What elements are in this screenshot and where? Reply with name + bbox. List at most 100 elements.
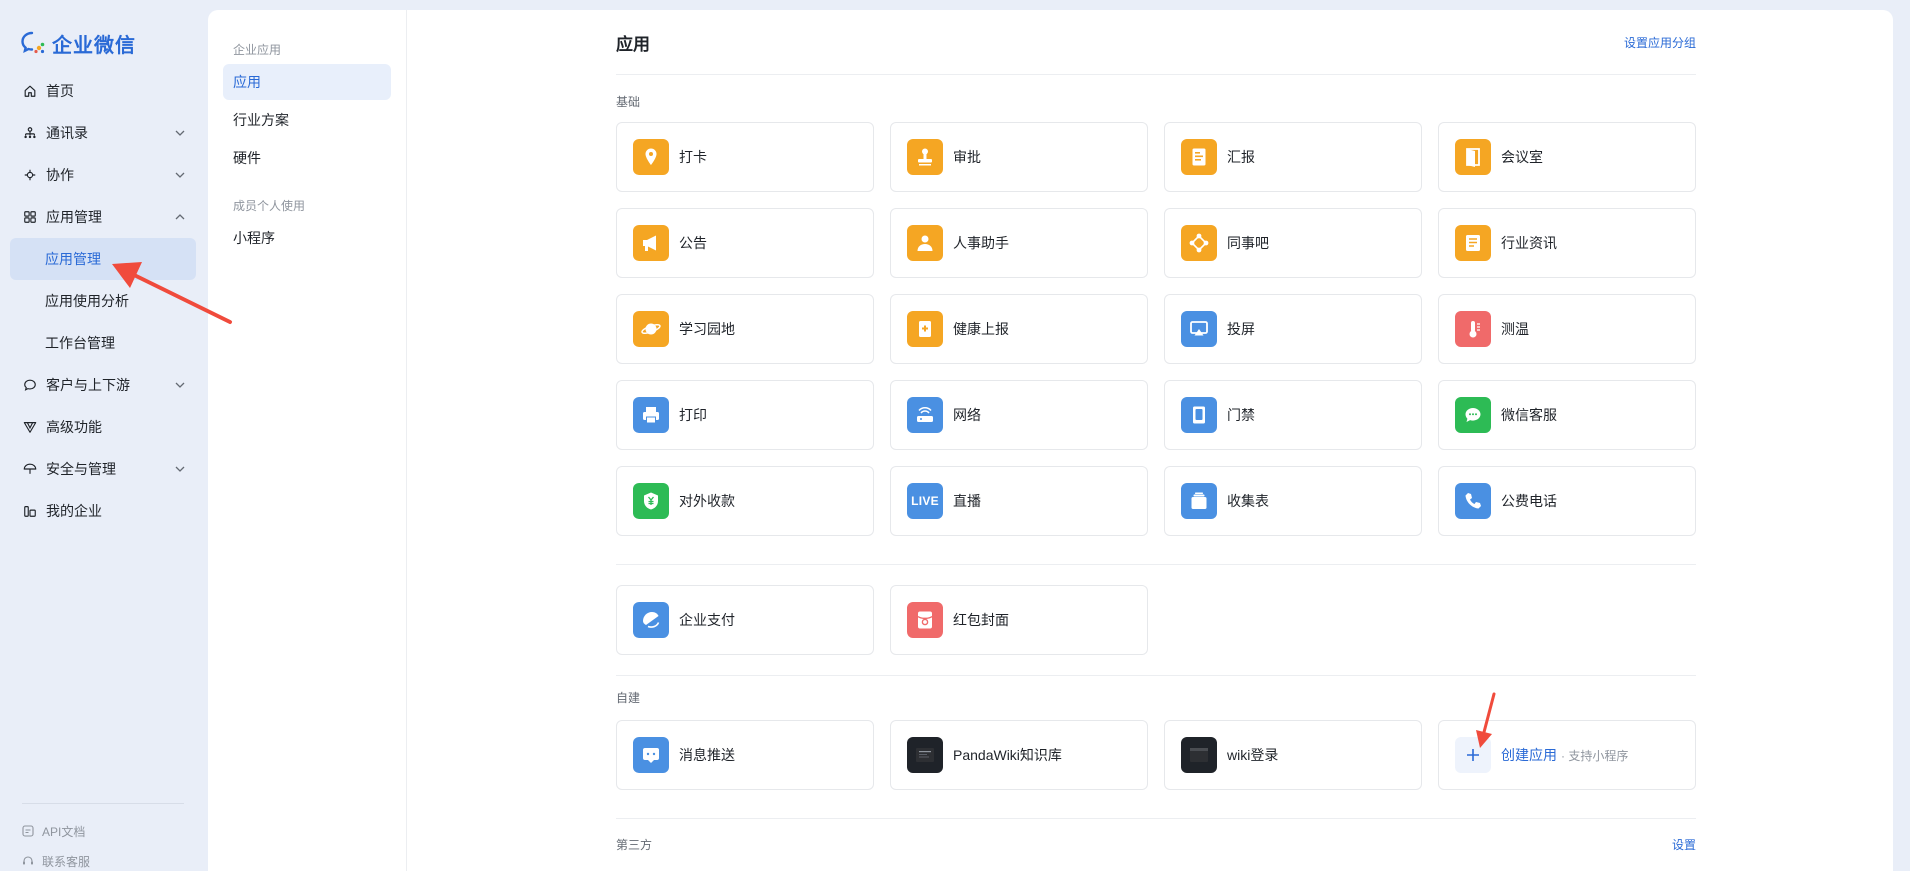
section-label-third-party: 第三方: [616, 838, 653, 852]
location-pin-icon: [633, 139, 669, 175]
app-card-megaphone[interactable]: 公告: [616, 208, 874, 278]
chevron-down-icon: [175, 466, 185, 472]
pay-apps-grid: 企业支付 红包封面: [616, 585, 1696, 655]
app-card-yuan-shield[interactable]: 对外收款: [616, 466, 874, 536]
sidebar-item-collab[interactable]: 协作: [10, 154, 196, 196]
sidebar-item-label: 首页: [46, 83, 74, 99]
app-card-thermometer[interactable]: 测温: [1438, 294, 1696, 364]
sidebar-subitem-app-management[interactable]: 应用管理: [10, 238, 196, 280]
app-name: 行业资讯: [1501, 235, 1557, 251]
app-name: 会议室: [1501, 149, 1543, 165]
app-name: 人事助手: [953, 235, 1009, 251]
pay-icon: [633, 602, 669, 638]
contacts-icon: [22, 125, 38, 141]
chevron-down-icon: [175, 382, 185, 388]
app-card-printer[interactable]: 打印: [616, 380, 874, 450]
subnav-item-hardware[interactable]: 硬件: [223, 140, 391, 176]
sidebar-item-app-management[interactable]: 应用管理: [10, 196, 196, 238]
app-card-news[interactable]: 行业资讯: [1438, 208, 1696, 278]
sidebar-item-label: 应用管理: [45, 251, 101, 267]
thermometer-icon: [1455, 311, 1491, 347]
app-name: 消息推送: [679, 747, 735, 763]
collab-icon: [22, 167, 38, 183]
third-party-settings-link[interactable]: 设置: [1672, 836, 1696, 855]
sidebar-subitem-app-usage-analysis[interactable]: 应用使用分析: [10, 280, 196, 322]
app-card-router[interactable]: 网络: [890, 380, 1148, 450]
content-panel: 企业应用 应用 行业方案 硬件 成员个人使用 小程序 应用 设置应用分组 基础 …: [208, 10, 1893, 871]
sidebar-subitem-workbench-management[interactable]: 工作台管理: [10, 322, 196, 364]
app-card-message-push[interactable]: 消息推送: [616, 720, 874, 790]
page-title: 应用: [616, 34, 650, 54]
section-label-custom: 自建: [616, 691, 641, 705]
app-name: 健康上报: [953, 321, 1009, 337]
sidebar-item-home[interactable]: 首页: [10, 70, 196, 112]
sidebar-item-security[interactable]: 安全与管理: [10, 448, 196, 490]
app-name: 投屏: [1227, 321, 1255, 337]
company-icon: [22, 503, 38, 519]
subnav-item-mini-programs[interactable]: 小程序: [223, 220, 391, 256]
custom-apps-grid: 消息推送 PandaWiki知识库 wiki登录 创建应用 · 支持小程序: [616, 720, 1696, 790]
app-name: 收集表: [1227, 493, 1269, 509]
support-icon: [23, 856, 33, 865]
news-icon: [1455, 225, 1491, 261]
apps-icon: [22, 209, 38, 225]
section-divider: [616, 564, 1696, 565]
app-card-person[interactable]: 人事助手: [890, 208, 1148, 278]
chevron-down-icon: [175, 130, 185, 136]
app-name: 对外收款: [679, 493, 735, 509]
wecom-logo-icon: [21, 31, 45, 54]
app-card-form[interactable]: 收集表: [1164, 466, 1422, 536]
chevron-up-icon: [175, 214, 185, 220]
support-link[interactable]: 联系客服: [22, 846, 184, 871]
subnav-group-enterprise-apps: 企业应用: [233, 43, 282, 57]
api-doc-icon: [22, 825, 34, 837]
create-app-button[interactable]: 创建应用 · 支持小程序: [1438, 720, 1696, 790]
app-card-wiki-login[interactable]: wiki登录: [1164, 720, 1422, 790]
logo[interactable]: 企业微信: [20, 28, 136, 58]
subnav-item-apps[interactable]: 应用: [223, 64, 391, 100]
create-app-sub: · 支持小程序: [1561, 748, 1629, 763]
app-card-report[interactable]: 汇报: [1164, 122, 1422, 192]
app-card-wechat-service[interactable]: 微信客服: [1438, 380, 1696, 450]
sidebar-item-advanced[interactable]: 高级功能: [10, 406, 196, 448]
api-doc-label: API文档: [42, 824, 86, 839]
app-card-pay[interactable]: 企业支付: [616, 585, 874, 655]
main-content: 应用 设置应用分组 基础 打卡 审批 汇报 会议室 公告 人事助手 同事吧 行业资讯 学习园地 健…: [616, 10, 1696, 855]
sidebar-item-customers[interactable]: 客户与上下游: [10, 364, 196, 406]
subnav-item-industry-solutions[interactable]: 行业方案: [223, 102, 391, 138]
app-card-pandawiki[interactable]: PandaWiki知识库: [890, 720, 1148, 790]
sidebar-item-my-company[interactable]: 我的企业: [10, 490, 196, 532]
app-card-cast[interactable]: 投屏: [1164, 294, 1422, 364]
sidebar-nav: 首页 通讯录 协作 应用管理 应用管理 应用使用分析 工作台管理 客户与上下游 …: [10, 70, 196, 532]
app-card-stamp[interactable]: 审批: [890, 122, 1148, 192]
app-name: 企业支付: [679, 612, 735, 628]
sidebar-item-label: 通讯录: [46, 125, 88, 141]
app-name: 公告: [679, 235, 707, 251]
app-card-phone[interactable]: 公费电话: [1438, 466, 1696, 536]
app-card-health[interactable]: 健康上报: [890, 294, 1148, 364]
chevron-down-icon: [175, 172, 185, 178]
chat-icon: [22, 377, 38, 393]
network-icon: [1181, 225, 1217, 261]
app-card-planet[interactable]: 学习园地: [616, 294, 874, 364]
door-icon: [1455, 139, 1491, 175]
app-card-network[interactable]: 同事吧: [1164, 208, 1422, 278]
sidebar-item-label: 协作: [46, 167, 74, 183]
app-card-door[interactable]: 会议室: [1438, 122, 1696, 192]
app-name: 门禁: [1227, 407, 1255, 423]
set-app-group-link[interactable]: 设置应用分组: [1624, 34, 1696, 51]
live-icon: LIVE: [907, 483, 943, 519]
message-push-icon: [633, 737, 669, 773]
app-name: PandaWiki知识库: [953, 747, 1062, 763]
app-card-live[interactable]: LIVE 直播: [890, 466, 1148, 536]
app-card-location-pin[interactable]: 打卡: [616, 122, 874, 192]
app-name: 审批: [953, 149, 981, 165]
sidebar-item-contacts[interactable]: 通讯录: [10, 112, 196, 154]
umbrella-icon: [22, 461, 38, 477]
app-icon-text: LIVE: [911, 494, 939, 508]
app-card-red-packet[interactable]: 红包封面: [890, 585, 1148, 655]
app-card-gate[interactable]: 门禁: [1164, 380, 1422, 450]
api-doc-link[interactable]: API文档: [22, 816, 184, 846]
subnav-group-personal-use: 成员个人使用: [233, 199, 306, 213]
app-name: 网络: [953, 407, 981, 423]
